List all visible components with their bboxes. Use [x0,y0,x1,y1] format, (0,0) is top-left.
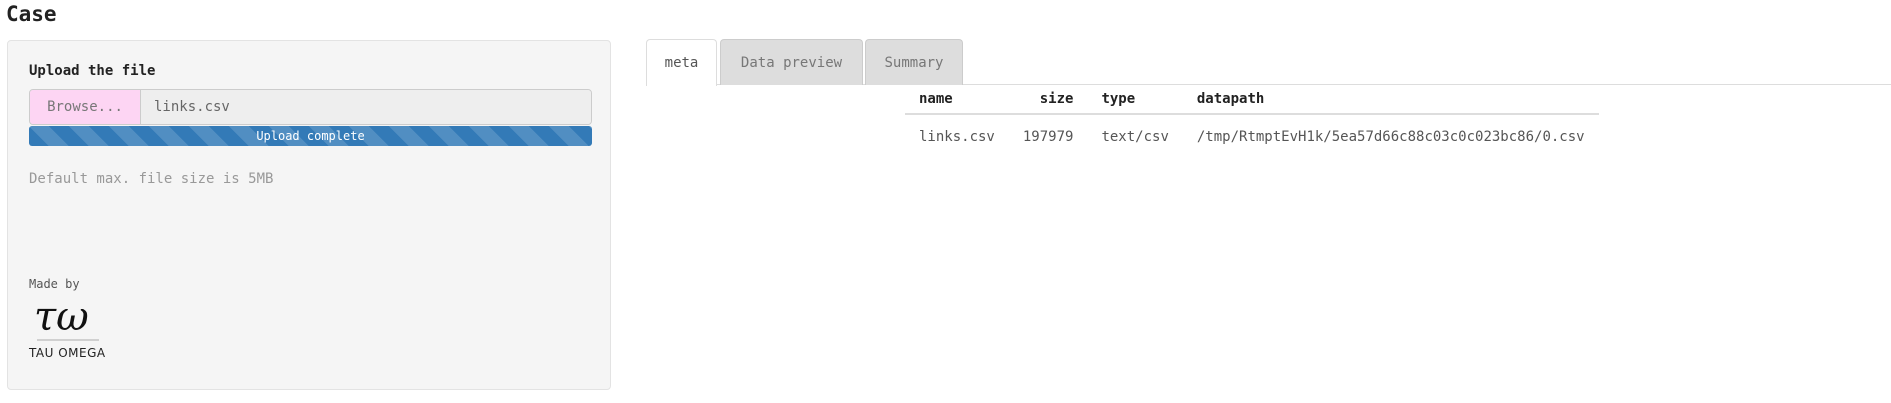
header-datapath: datapath [1182,89,1599,115]
file-upload-input[interactable]: Browse... links.csv [29,89,592,125]
header-type: type [1087,89,1183,115]
table-header-row: name size type datapath [905,89,1599,115]
meta-table: name size type datapath links.csv 197979… [905,89,1599,151]
header-name: name [905,89,1009,115]
file-size-help-text: Default max. file size is 5MB [29,171,274,187]
upload-progress: Upload complete [29,126,592,146]
tab-meta[interactable]: meta [646,39,717,86]
logo-text: TAU OMEGA [29,346,106,360]
logo-glyph: τω [34,296,89,340]
upload-progress-label: Upload complete [256,129,365,143]
tab-summary[interactable]: Summary [865,39,963,85]
upload-progress-bar: Upload complete [29,126,592,146]
cell-datapath: /tmp/RtmptEvH1k/5ea57d66c88c03c0c023bc86… [1196,129,1585,145]
header-size: size [1008,89,1088,115]
cell-name: links.csv [919,129,995,145]
page-title: Case [6,2,57,26]
tab-bar: meta Data preview Summary [646,39,1891,86]
cell-type: text/csv [1101,129,1169,145]
cell-size: 197979 [1022,129,1074,145]
table-row: links.csv 197979 text/csv /tmp/RtmptEvH1… [905,114,1599,151]
sidebar-panel: Upload the file Browse... links.csv Uplo… [7,40,611,390]
browse-button[interactable]: Browse... [30,90,141,124]
upload-label: Upload the file [29,63,156,79]
tab-data-preview[interactable]: Data preview [720,39,863,85]
file-name-field[interactable]: links.csv [141,90,591,124]
made-by-label: Made by [29,277,80,291]
